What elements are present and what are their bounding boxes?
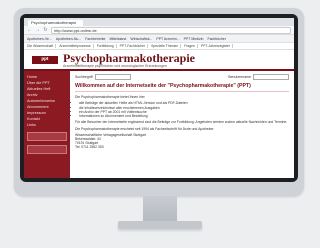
site-header: ppt Psychopharmakotherapie Arzneimittelt…: [24, 50, 294, 69]
top-nav-item[interactable]: Fortbildung: [97, 44, 117, 48]
body-paragraph: Für alle Besucher der Internetseite ergä…: [75, 120, 288, 125]
bookmark-item[interactable]: Mittelstand: [109, 37, 126, 41]
list-item: Informationen zu Abonnement und Bestellu…: [79, 114, 289, 118]
tab-bar: Psychopharmakotherapie: [24, 18, 294, 26]
top-nav-item[interactable]: Die Wissenschaft: [27, 44, 57, 48]
top-nav-item[interactable]: Spezielle Themen: [151, 44, 182, 48]
search-input[interactable]: [94, 74, 131, 80]
bookmark-item[interactable]: Apotheken-Ve...: [27, 37, 52, 41]
top-nav-item[interactable]: PPT-Fachbücher: [120, 44, 149, 48]
back-icon[interactable]: ←: [27, 27, 32, 33]
monitor-frame: Psychopharmakotherapie ← → ↻ http://www.…: [14, 8, 304, 196]
sidebar: Home Über die PPT Aktuelles Heft Archiv …: [24, 71, 70, 178]
bookmark-item[interactable]: Fachbücher: [207, 37, 225, 41]
main-content: Suchbegriff Benutzername Willkommen auf …: [70, 71, 294, 178]
publisher-address: Wissenschaftliche Verlagsgesellschaft St…: [75, 133, 289, 149]
site-top-nav: Die Wissenschaft Arzneimittelprozesse Fo…: [24, 43, 294, 50]
search-label: Suchbegriff: [75, 75, 93, 79]
intro-text: Die Psychopharmakotherapie bietet Ihnen …: [75, 95, 145, 99]
address-bar-row: ← → ↻ http://www.ppt-online.de: [24, 26, 294, 35]
bookmark-item[interactable]: PPT Arzneim...: [156, 37, 179, 41]
search-field-group: Suchbegriff: [75, 74, 131, 80]
address-line: Tel: 0711 2582 353: [75, 145, 104, 150]
sidebar-item-links[interactable]: Links: [27, 122, 67, 128]
monitor-stand: [143, 196, 177, 222]
username-input[interactable]: [253, 74, 289, 80]
top-nav-item[interactable]: PPT-Jahresregister: [201, 44, 233, 48]
browser-tab[interactable]: Psychopharmakotherapie: [28, 20, 83, 26]
sidebar-promo-box[interactable]: [27, 132, 67, 141]
bookmark-item[interactable]: Apotheken-Nu...: [56, 37, 81, 41]
page-content: Home Über die PPT Aktuelles Heft Archiv …: [24, 71, 294, 178]
monitor-base: [118, 221, 202, 229]
monitor-bezel: Psychopharmakotherapie ← → ↻ http://www.…: [20, 14, 298, 182]
browser-window: Psychopharmakotherapie ← → ↻ http://www.…: [24, 18, 294, 178]
body-paragraph: Die Psychopharmakotherapie erscheint sei…: [75, 126, 215, 131]
url-input[interactable]: http://www.ppt-online.de: [51, 26, 291, 34]
reload-icon[interactable]: ↻: [43, 27, 48, 33]
bookmark-item[interactable]: Wirtschaftsk...: [130, 37, 152, 41]
login-field-group: Benutzername: [228, 74, 289, 80]
sidebar-promo-box[interactable]: [27, 145, 67, 154]
bookmark-item[interactable]: PPT Medizin: [184, 37, 204, 41]
bookmarks-bar: Apotheken-Ve... Apotheken-Nu... Fachberi…: [24, 35, 294, 43]
page-title: Willkommen auf der Internetseite der "Ps…: [75, 83, 289, 92]
bookmark-item[interactable]: Fachberichte: [85, 37, 105, 41]
username-label: Benutzername: [228, 75, 251, 79]
forward-icon[interactable]: →: [35, 27, 40, 33]
feature-list: alle Beiträge der aktuellen Hefte als HT…: [79, 101, 289, 118]
site-logo[interactable]: ppt: [32, 55, 58, 64]
top-nav-item[interactable]: Arzneimittelprozesse: [59, 44, 94, 48]
site-title-block: Psychopharmakotherapie Arzneimittelthera…: [63, 52, 195, 68]
top-nav-item[interactable]: Fragen: [184, 44, 198, 48]
site-title: Psychopharmakotherapie: [63, 50, 195, 65]
search-row: Suchbegriff Benutzername: [75, 74, 289, 80]
